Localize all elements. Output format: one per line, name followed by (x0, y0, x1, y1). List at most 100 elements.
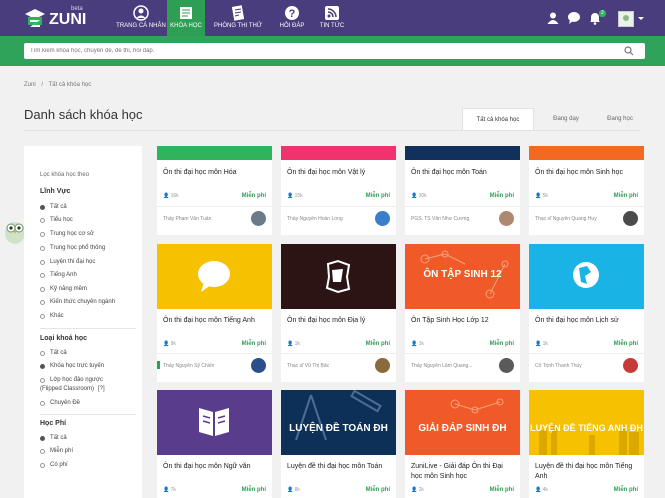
filter-sidebar: Lọc khóa học theo Lĩnh Vực Tất cả Tiểu h… (24, 146, 142, 498)
teacher-name[interactable]: Cô Trịnh Thanh Thủy (535, 363, 615, 369)
course-fee: Miễn phí (613, 487, 638, 493)
person-icon: 👤 (287, 193, 295, 199)
teacher-avatar[interactable] (375, 211, 390, 226)
teacher-avatar[interactable] (251, 211, 266, 226)
course-title[interactable]: Ôn thi đại học môn Sinh học (535, 168, 639, 178)
course-card[interactable]: Ôn thi đại học môn Hóa 👤 16k Miễn phí Th… (157, 146, 272, 235)
filter-option[interactable]: Lớp học đảo ngược (40, 377, 103, 383)
nav-personal[interactable]: TRANG CÁ NHÂN (116, 0, 166, 36)
student-count: 👤 1k (287, 341, 300, 347)
course-title[interactable]: Ôn thi đại học môn Địa lý (287, 316, 391, 326)
course-title[interactable]: Luyện đề thi đại học môn Tiếng Anh (535, 462, 639, 482)
tab-all-courses[interactable]: Tất cả khóa học (462, 108, 534, 130)
chevron-down-icon[interactable] (638, 17, 644, 20)
radio-checked[interactable] (40, 364, 45, 369)
filter-option[interactable]: Luyện thi đại học (40, 259, 95, 265)
search-icon[interactable] (624, 46, 634, 56)
course-card[interactable]: Ôn thi đại học môn Sinh học 👤 5k Miễn ph… (529, 146, 644, 235)
teacher-name[interactable]: Thầy Nguyễn Sỹ Chiến (163, 363, 243, 369)
filter-option[interactable]: Tất cả (40, 204, 67, 210)
radio[interactable] (40, 314, 45, 319)
chat-icon[interactable] (567, 11, 581, 25)
radio-checked[interactable] (40, 205, 45, 210)
course-card[interactable]: LUYỆN ĐỀ TIẾNG ANH ĐH Luyện đề thi đại h… (529, 390, 644, 498)
radio[interactable] (40, 401, 45, 406)
teacher-avatar[interactable] (623, 211, 638, 226)
radio[interactable] (40, 449, 45, 454)
course-card[interactable]: LUYỆN ĐỀ TOÁN ĐH Luyện đề thi đại học mô… (281, 390, 396, 498)
radio[interactable] (40, 351, 45, 356)
nav-qa[interactable]: ? HỎI ĐÁP (274, 0, 310, 36)
search-input[interactable] (24, 43, 645, 59)
filter-option-label: Có phí (50, 462, 68, 468)
radio[interactable] (40, 260, 45, 265)
radio[interactable] (40, 463, 45, 468)
nav-news[interactable]: TIN TỨC (314, 0, 350, 36)
course-card[interactable]: Ôn thi đại học môn Ngữ văn 👤 7k Miễn phí (157, 390, 272, 498)
course-card[interactable]: Ôn thi đại học môn Tiếng Anh 👤 9k Miễn p… (157, 244, 272, 382)
filter-option[interactable]: Khóa học trực tuyến (40, 363, 104, 369)
help-link[interactable]: [?] (98, 386, 105, 392)
course-title[interactable]: Ôn thi đại học môn Lịch sử (535, 316, 639, 326)
filter-option[interactable]: Trung học cơ sở (40, 231, 94, 237)
user-avatar[interactable] (618, 11, 634, 27)
student-count-value: 4k (542, 487, 548, 493)
teacher-name[interactable]: Thạc sĩ Vũ Thị Bắc (287, 363, 367, 369)
filter-option[interactable]: Kỹ năng mềm (40, 286, 87, 292)
teacher-name[interactable]: Thạc sĩ Nguyễn Quang Huy (535, 216, 615, 222)
filter-option[interactable]: Trung học phổ thông (40, 245, 105, 251)
filter-option[interactable]: Tất cả (40, 350, 67, 356)
filter-option[interactable]: Tất cả (40, 435, 67, 441)
radio[interactable] (40, 300, 45, 305)
course-title[interactable]: Ôn thi đại học môn Toán (411, 168, 515, 178)
nav-courses[interactable]: KHÓA HỌC (167, 0, 205, 36)
course-card[interactable]: Ôn thi đại học môn Toán 👤 30k Miễn phí P… (405, 146, 520, 235)
teacher-name[interactable]: PGS. TS Văn Như Cương (411, 216, 491, 222)
teacher-name[interactable]: Thầy Phạm Văn Tuấn (163, 216, 243, 222)
tab-teaching[interactable]: Đang dạy (538, 108, 594, 130)
radio[interactable] (40, 378, 45, 383)
course-title[interactable]: ZuniLive - Giải đáp Ôn thi Đại học môn S… (411, 462, 515, 482)
filter-option[interactable]: Tiếng Anh (40, 272, 77, 278)
filter-option[interactable]: Khác (40, 313, 64, 319)
filter-option[interactable]: Có phí (40, 462, 68, 468)
filter-option-label: Tất cả (50, 204, 67, 210)
course-card[interactable]: Ôn thi đại học môn Lịch sử 👤 1k Miễn phí… (529, 244, 644, 382)
course-title[interactable]: Luyện đề thi đại học môn Toán (287, 462, 391, 472)
filter-option[interactable]: Tiểu học (40, 217, 73, 223)
course-title[interactable]: Ôn thi đại học môn Vật lý (287, 168, 391, 178)
breadcrumb-home[interactable]: Zuni (24, 82, 36, 88)
filter-option[interactable]: Kiến thức chuyên ngành (40, 299, 115, 305)
zuni-logo[interactable]: ZUNI beta (24, 6, 88, 32)
filter-group-title: Loại khoá học (40, 335, 88, 342)
radio[interactable] (40, 218, 45, 223)
teacher-avatar[interactable] (499, 211, 514, 226)
course-card[interactable]: Ôn thi đại học môn Địa lý 👤 1k Miễn phí … (281, 244, 396, 382)
filter-option[interactable]: Chuyên Đề (40, 400, 80, 406)
tab-learning[interactable]: Đang học (596, 108, 644, 130)
divider (529, 353, 644, 354)
teacher-name[interactable]: Thầy Nguyễn Hoàn Long (287, 216, 367, 222)
course-card[interactable]: ÔN TẬP SINH 12 Ôn Tập Sinh Học Lớp 12 👤 … (405, 244, 520, 382)
teacher-avatar[interactable] (623, 358, 638, 373)
radio[interactable] (40, 232, 45, 237)
course-card[interactable]: GIẢI ĐÁP SINH ĐH ZuniLive - Giải đáp Ôn … (405, 390, 520, 498)
course-title[interactable]: Ôn thi đại học môn Tiếng Anh (163, 316, 267, 326)
filter-heading: Lọc khóa học theo (40, 172, 90, 178)
nav-exam-room[interactable]: PHÒNG THI THỬ (212, 0, 264, 36)
user-icon[interactable] (546, 11, 560, 25)
divider (281, 353, 396, 354)
teacher-name[interactable]: Thầy Nguyễn Lâm Quang... (411, 363, 491, 369)
filter-option[interactable]: Miễn phí (40, 448, 73, 454)
teacher-avatar[interactable] (251, 358, 266, 373)
course-title[interactable]: Ôn thi đại học môn Ngữ văn (163, 462, 267, 472)
radio-checked[interactable] (40, 436, 45, 441)
teacher-avatar[interactable] (375, 358, 390, 373)
radio[interactable] (40, 246, 45, 251)
radio[interactable] (40, 287, 45, 292)
radio[interactable] (40, 273, 45, 278)
course-card[interactable]: Ôn thi đại học môn Vật lý 👤 15k Miễn phí… (281, 146, 396, 235)
teacher-avatar[interactable] (499, 358, 514, 373)
course-title[interactable]: Ôn Tập Sinh Học Lớp 12 (411, 316, 515, 326)
course-title[interactable]: Ôn thi đại học môn Hóa (163, 168, 267, 178)
